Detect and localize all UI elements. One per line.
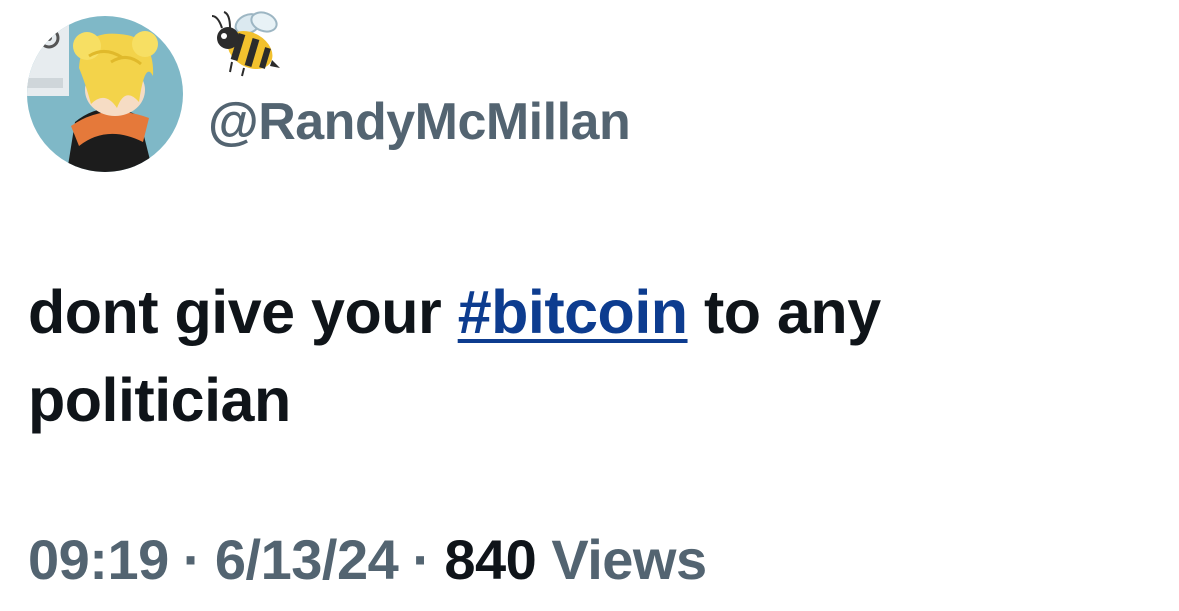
tweet-text-part1: dont give your	[28, 278, 458, 346]
views-label: Views	[551, 528, 707, 591]
meta-separator: ·	[412, 528, 431, 591]
avatar[interactable]	[27, 16, 183, 172]
tweet-date[interactable]: 6/13/24	[215, 528, 399, 591]
avatar-image	[27, 16, 183, 172]
display-name[interactable]	[208, 6, 282, 80]
bee-emoji-icon	[211, 11, 280, 77]
author-handle[interactable]: @RandyMcMillan	[208, 92, 631, 152]
meta-separator: ·	[182, 528, 202, 591]
tweet-detail: @RandyMcMillan dont give your #bitcoin t…	[0, 0, 1179, 611]
tweet-meta: 09:19 · 6/13/24 · 840 Views	[28, 528, 707, 592]
tweet-time[interactable]: 09:19	[28, 528, 169, 591]
tweet-text: dont give your #bitcoin to any politicia…	[28, 268, 1148, 444]
views-count[interactable]: 840	[444, 528, 536, 591]
hashtag-link[interactable]: #bitcoin	[458, 278, 688, 346]
